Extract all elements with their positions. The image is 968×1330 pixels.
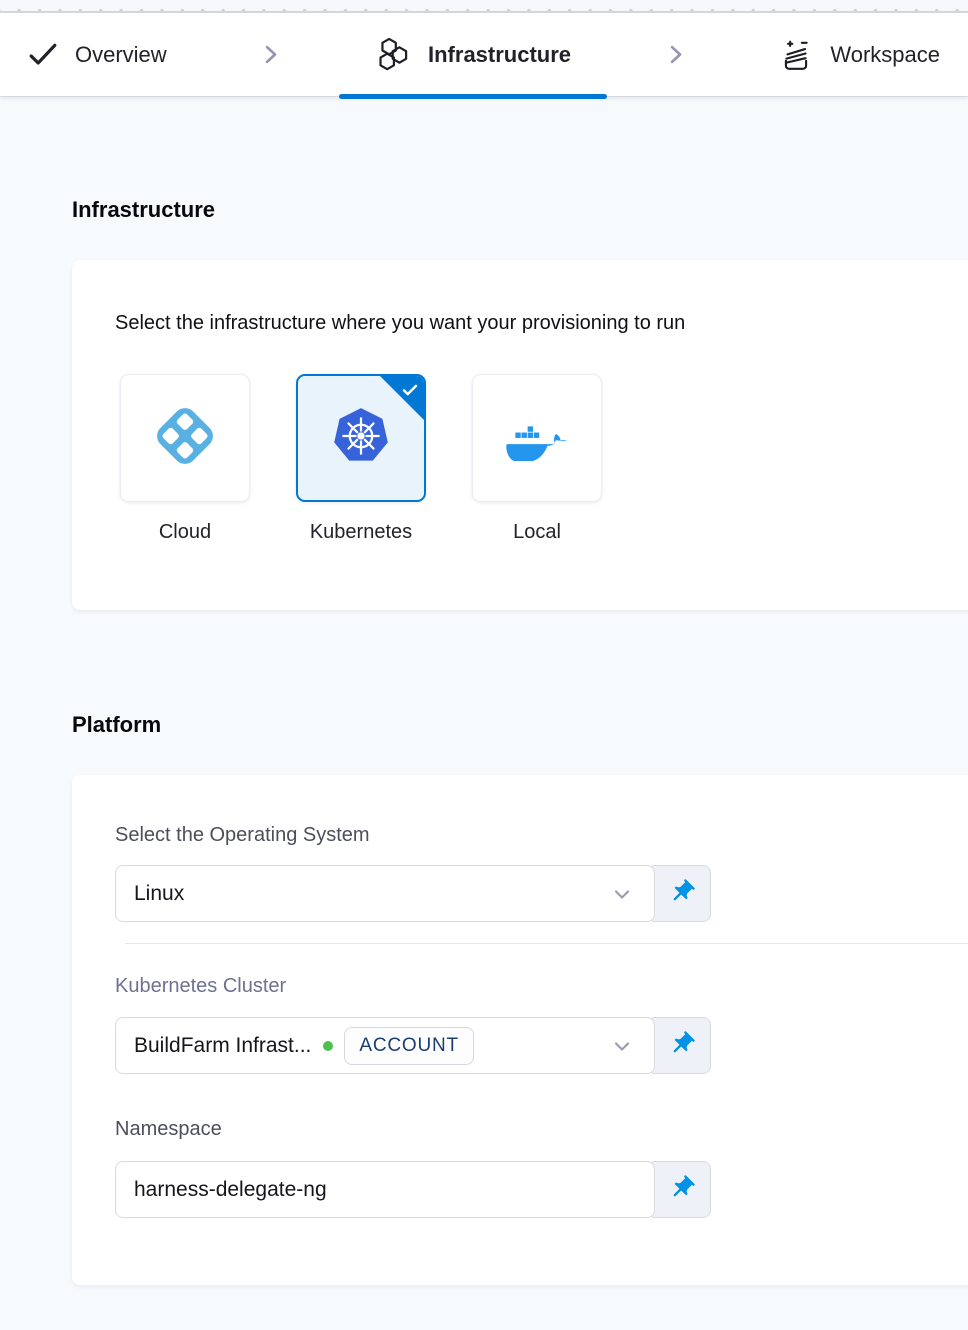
step-workspace-label: Workspace — [830, 42, 940, 68]
docker-whale-icon — [506, 411, 568, 466]
workspace-stack-icon — [779, 38, 813, 72]
tile-local[interactable] — [472, 374, 602, 502]
pin-button[interactable] — [647, 865, 711, 922]
os-label: Select the Operating System — [115, 821, 968, 849]
os-select[interactable]: Linux — [115, 865, 655, 922]
dotted-background-strip — [0, 0, 968, 13]
pin-icon — [668, 878, 696, 909]
os-select-value: Linux — [134, 882, 184, 906]
selected-check-icon — [401, 381, 419, 404]
connector-status-dot — [323, 1041, 333, 1051]
pin-icon — [668, 1174, 696, 1205]
option-local: Local — [472, 374, 602, 544]
cluster-select[interactable]: BuildFarm Infrast... ACCOUNT — [115, 1017, 655, 1074]
tile-cloud-label: Cloud — [159, 521, 211, 544]
content-area: Infrastructure Select the infrastructure… — [0, 195, 968, 1285]
infrastructure-description: Select the infrastructure where you want… — [115, 310, 968, 337]
option-cloud: Cloud — [120, 374, 250, 544]
harness-cloud-icon — [148, 399, 222, 478]
tile-kubernetes-label: Kubernetes — [310, 521, 412, 544]
infrastructure-card: Select the infrastructure where you want… — [72, 260, 968, 610]
section-divider — [125, 943, 968, 944]
chevron-right-separator-icon — [662, 41, 689, 68]
tile-kubernetes[interactable] — [296, 374, 426, 502]
pin-button[interactable] — [647, 1017, 711, 1074]
cluster-select-group: BuildFarm Infrast... ACCOUNT — [115, 1017, 968, 1074]
platform-card: Select the Operating System Linux Kubern… — [72, 775, 968, 1285]
chevron-right-separator-icon — [257, 41, 284, 68]
cluster-select-value: BuildFarm Infrast... — [134, 1034, 311, 1058]
check-icon — [28, 42, 58, 68]
account-scope-badge: ACCOUNT — [344, 1027, 474, 1065]
platform-section-title: Platform — [72, 710, 968, 740]
step-workspace[interactable]: Workspace — [779, 13, 940, 96]
namespace-input-group — [115, 1161, 968, 1218]
infrastructure-section-title: Infrastructure — [72, 195, 968, 225]
namespace-label: Namespace — [115, 1115, 968, 1143]
hexagon-cluster-icon — [375, 37, 411, 73]
infrastructure-options: Cloud — [120, 374, 968, 544]
step-infrastructure-label: Infrastructure — [428, 42, 571, 68]
cluster-label: Kubernetes Cluster — [115, 972, 968, 1000]
step-overview[interactable]: Overview — [28, 13, 167, 96]
step-overview-label: Overview — [75, 42, 167, 68]
chevron-down-icon — [610, 1034, 634, 1058]
tile-local-label: Local — [513, 521, 561, 544]
namespace-input[interactable] — [115, 1161, 655, 1218]
chevron-down-icon — [610, 882, 634, 906]
pin-icon — [668, 1030, 696, 1061]
wizard-stepper: Overview Infrastructure — [0, 13, 968, 97]
infrastructure-setup-screen: Overview Infrastructure — [0, 0, 968, 1330]
tile-cloud[interactable] — [120, 374, 250, 502]
option-kubernetes: Kubernetes — [296, 374, 426, 544]
pin-button[interactable] — [647, 1161, 711, 1218]
step-infrastructure[interactable]: Infrastructure — [375, 13, 571, 96]
os-select-group: Linux — [115, 865, 968, 922]
